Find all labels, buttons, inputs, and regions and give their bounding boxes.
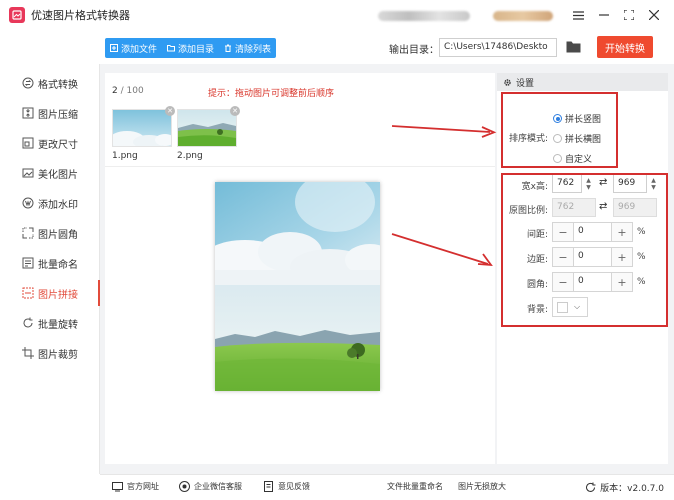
annotation-box-params [501, 173, 668, 327]
website-icon [112, 482, 123, 492]
annotation-arrow-sort [391, 125, 497, 138]
thumbnail-2[interactable]: ✕ [177, 106, 240, 147]
crop-icon [22, 347, 34, 359]
format-icon [22, 77, 34, 89]
version-info[interactable]: 版本：v2.0.7.0 [585, 481, 664, 494]
sidebar-item-label: 更改尺寸 [38, 139, 78, 151]
thumbnail-1[interactable]: ✕ [109, 106, 175, 149]
sidebar-item-label: 图片拼接 [38, 289, 78, 301]
sidebar-item-rename[interactable]: 批量命名 [0, 248, 100, 278]
version-label: 版本：v2.0.7.0 [600, 484, 664, 494]
sidebar-item-format[interactable]: 格式转换 [0, 68, 100, 98]
add-file-label: 添加文件 [121, 44, 158, 55]
menu-icon[interactable] [570, 7, 586, 23]
upscale-link[interactable]: 图片无损放大 [458, 481, 506, 492]
sidebar: 格式转换 图片压缩 更改尺寸 美化图片 添加水印 图片圆角 批量命名 图片拼接 … [0, 64, 100, 474]
sidebar-item-crop[interactable]: 图片裁剪 [0, 338, 100, 368]
sidebar-item-stitch[interactable]: 图片拼接 [0, 278, 100, 308]
minimize-icon[interactable] [596, 7, 612, 23]
beautify-icon [22, 168, 34, 178]
stitch-icon [22, 287, 34, 299]
title-bar: 优速图片格式转换器 [0, 0, 674, 30]
output-dir-field[interactable]: C:\Users\17486\Deskto [439, 38, 557, 57]
annotation-box-sort [501, 92, 618, 168]
sidebar-item-watermark[interactable]: 添加水印 [0, 188, 100, 218]
sidebar-item-beautify[interactable]: 美化图片 [0, 158, 100, 188]
count-total: 100 [126, 86, 144, 96]
add-file-button[interactable]: 添加文件 [105, 38, 162, 58]
annotation-arrow-params [391, 233, 493, 267]
blurred-account-info [378, 11, 470, 21]
sidebar-item-label: 图片压缩 [38, 109, 78, 121]
sidebar-item-label: 批量旋转 [38, 319, 78, 331]
app-logo-icon [9, 7, 25, 23]
website-label: 官方网址 [127, 482, 159, 491]
wechat-support-link[interactable]: 企业微信客服 [179, 481, 242, 492]
maximize-icon[interactable] [621, 7, 637, 23]
settings-title: 设置 [516, 78, 535, 89]
sidebar-item-label: 美化图片 [38, 169, 78, 181]
add-folder-icon [167, 45, 176, 52]
file-name: 2.png [177, 151, 203, 161]
clear-list-label: 清除列表 [235, 44, 272, 55]
trash-icon [225, 44, 232, 52]
file-name: 1.png [112, 151, 138, 161]
divider [105, 166, 495, 167]
wechat-icon [179, 481, 190, 492]
watermark-icon [22, 197, 34, 209]
resize-icon [22, 137, 34, 149]
stitched-preview-image [215, 182, 380, 391]
sky-clouds-image [109, 110, 175, 149]
compress-icon [22, 107, 34, 119]
remove-thumbnail-icon[interactable]: ✕ [165, 106, 175, 116]
rotate-icon [23, 317, 33, 328]
file-actions-group: 添加文件 添加目录 清除列表 [105, 38, 277, 58]
footer: 官方网址 企业微信客服 意见反馈 文件批量重命名 图片无损放大 版本：v2.0.… [100, 474, 674, 500]
wechat-label: 企业微信客服 [194, 482, 242, 491]
settings-header: 设置 [497, 73, 668, 91]
image-counter: 2 / 100 [112, 86, 144, 96]
sidebar-item-label: 图片裁剪 [38, 349, 78, 361]
sidebar-item-label: 格式转换 [38, 79, 78, 91]
meadow-image [178, 110, 236, 146]
batch-rename-label: 文件批量重命名 [387, 482, 443, 491]
sidebar-item-label: 添加水印 [38, 199, 78, 211]
blurred-user-avatar [493, 11, 553, 21]
sidebar-item-resize[interactable]: 更改尺寸 [0, 128, 100, 158]
stitched-preview [215, 182, 380, 391]
add-folder-button[interactable]: 添加目录 [162, 38, 219, 58]
feedback-link[interactable]: 意见反馈 [263, 481, 310, 492]
count-separator: / [117, 86, 127, 96]
sidebar-item-label: 图片圆角 [38, 229, 78, 241]
remove-thumbnail-icon[interactable]: ✕ [230, 106, 240, 116]
close-icon[interactable] [646, 7, 662, 23]
rename-icon [22, 257, 34, 269]
batch-rename-link[interactable]: 文件批量重命名 [387, 481, 443, 492]
start-convert-button[interactable]: 开始转换 [597, 36, 653, 58]
add-folder-label: 添加目录 [178, 44, 215, 55]
gear-icon [504, 78, 511, 86]
upscale-label: 图片无损放大 [458, 482, 506, 491]
round-corner-icon [22, 227, 34, 239]
sidebar-item-rotate[interactable]: 批量旋转 [0, 308, 100, 338]
toolbar: 添加文件 添加目录 清除列表 输出目录： C:\Users\17486\Desk… [100, 30, 674, 64]
sidebar-item-label: 批量命名 [38, 259, 78, 271]
feedback-label: 意见反馈 [278, 482, 310, 491]
app-title: 优速图片格式转换器 [31, 9, 130, 22]
official-website-link[interactable]: 官方网址 [112, 481, 159, 492]
refresh-icon [586, 482, 596, 492]
output-dir-label: 输出目录： [389, 45, 439, 56]
drag-hint: 提示：拖动图片可调整前后顺序 [208, 89, 335, 99]
feedback-icon [264, 481, 273, 492]
add-file-icon [110, 44, 118, 52]
folder-icon[interactable] [566, 40, 581, 53]
clear-list-button[interactable]: 清除列表 [219, 38, 276, 58]
sidebar-item-compress[interactable]: 图片压缩 [0, 98, 100, 128]
sidebar-item-round-corner[interactable]: 图片圆角 [0, 218, 100, 248]
